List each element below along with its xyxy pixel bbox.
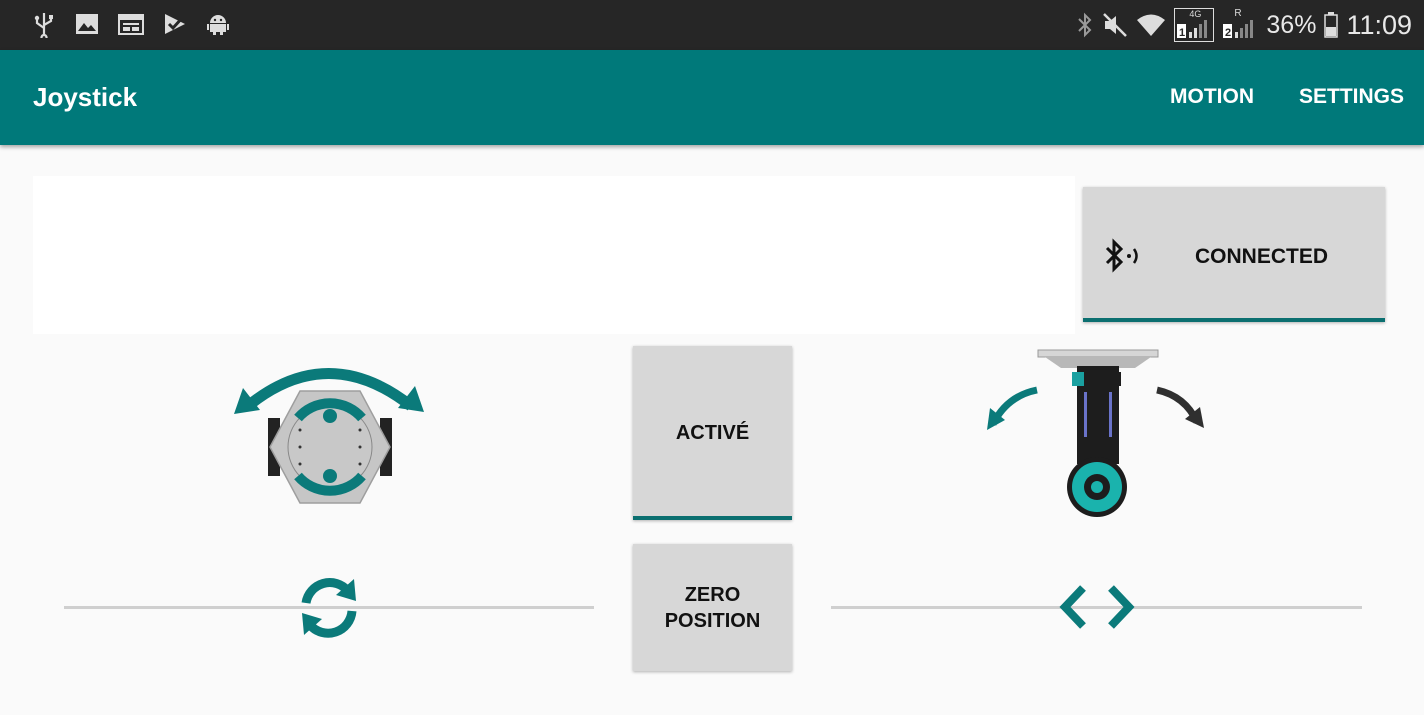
zero-label-line2: POSITION — [664, 609, 761, 632]
app-title: Joystick — [33, 82, 138, 112]
android-icon — [207, 15, 229, 35]
active-underline — [633, 516, 792, 520]
menu-settings[interactable]: SETTINGS — [1299, 85, 1404, 109]
menu-motion[interactable]: MOTION — [1170, 85, 1254, 109]
connection-button[interactable]: CONNECTED — [1083, 187, 1385, 322]
image-icon — [76, 14, 98, 34]
bluetooth-icon — [1078, 12, 1092, 38]
svg-text:2: 2 — [1225, 27, 1231, 39]
status-bar: 4G 1 R 2 36% 11:09 — [0, 0, 1424, 50]
signal-sim2-icon: R 2 — [1222, 8, 1258, 42]
calendar-icon — [118, 14, 144, 35]
zero-position-label: ZERO POSITION — [665, 582, 761, 634]
left-right-arrows-icon[interactable] — [1055, 582, 1139, 632]
connection-underline — [1083, 318, 1385, 322]
signal-sim1-icon: 4G 1 — [1174, 8, 1215, 42]
active-button[interactable]: ACTIVÉ — [633, 346, 792, 520]
mute-icon — [1103, 13, 1128, 37]
battery-percent: 36% — [1266, 10, 1317, 39]
bluetooth-connected-icon — [1105, 238, 1138, 273]
connection-label: CONNECTED — [1195, 245, 1329, 268]
clock: 11:09 — [1346, 9, 1412, 40]
wifi-icon — [1137, 14, 1166, 36]
zero-position-button[interactable]: ZERO POSITION — [633, 544, 792, 671]
active-label: ACTIVÉ — [675, 421, 750, 444]
usb-icon — [34, 13, 53, 38]
display-panel — [33, 176, 1075, 334]
rotation-module-icon — [234, 368, 424, 504]
zero-label-line1: ZERO — [684, 583, 741, 606]
play-store-icon — [165, 14, 185, 34]
svg-text:1: 1 — [1179, 27, 1185, 39]
app-bar: Joystick MOTION SETTINGS — [0, 50, 1424, 145]
status-right: 4G 1 R 2 36% 11:09 — [1076, 0, 1412, 50]
tilt-arm-icon — [987, 349, 1204, 517]
rotate-sync-icon[interactable] — [284, 573, 374, 641]
battery-icon — [1324, 12, 1339, 38]
